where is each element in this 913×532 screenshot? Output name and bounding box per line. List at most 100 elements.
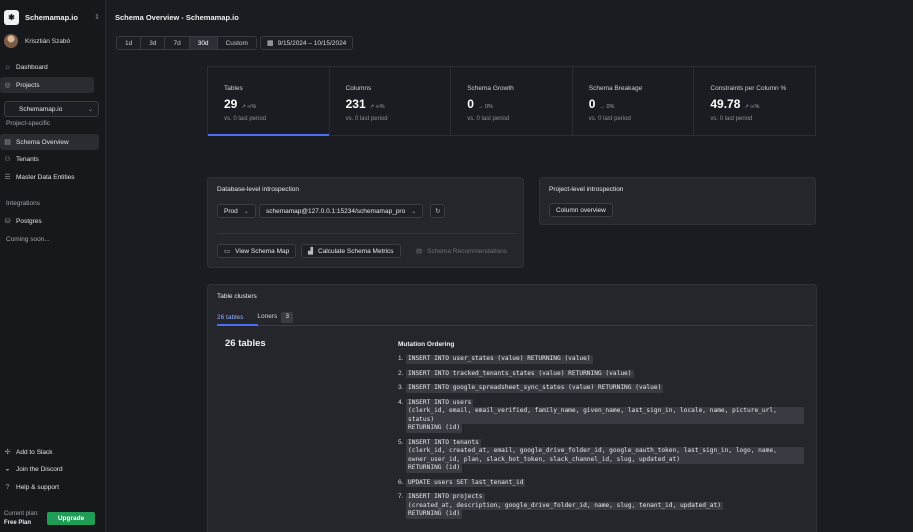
calculate-schema-metrics-button[interactable]: ▟ Calculate Schema Metrics <box>301 244 401 258</box>
project-select[interactable]: Schemamap.io ⌄ <box>4 101 99 117</box>
sidebar-item-projects[interactable]: ◎ Projects <box>0 77 94 93</box>
stats-panel: Tables 29 ↗ ∞% vs. 0 last period Columns… <box>207 66 816 136</box>
refresh-icon: ↻ <box>435 208 441 215</box>
stat-delta: → 0% <box>477 104 493 110</box>
table-clusters-card: Table clusters 26 tables Loners 3 26 tabl… <box>207 284 817 532</box>
sql-line: (clerk_id, created_at, email, google_dri… <box>406 447 804 464</box>
stat-comparison: vs. 0 last period <box>224 116 267 122</box>
sql-line: RETURNING (id) <box>406 510 463 519</box>
upgrade-button[interactable]: Upgrade <box>47 512 95 525</box>
plan-label: Current plan: <box>4 511 39 517</box>
item-number: 5. <box>398 438 404 446</box>
sidebar-item-label: Tenants <box>16 155 39 163</box>
view-schema-map-button[interactable]: ▭ View Schema Map <box>217 244 297 258</box>
sidebar-item-add-to-slack[interactable]: ✣ Add to Slack <box>0 444 99 460</box>
date-range-value: 9/15/2024 – 10/15/2024 <box>277 39 347 47</box>
schema-recommendations-button[interactable]: ▤ Schema Recommendations <box>409 244 514 258</box>
sidebar: ✱ Schemamap.io ⇕ Krisztián Szabó ⌂ Dashb… <box>0 0 106 532</box>
stat-schema-growth[interactable]: Schema Growth 0 → 0% vs. 0 last period <box>451 67 573 135</box>
stat-comparison: vs. 0 last period <box>588 116 631 122</box>
user-name: Krisztián Szabó <box>25 37 71 45</box>
user-profile[interactable]: Krisztián Szabó <box>4 34 70 48</box>
stat-label: Schema Growth <box>467 85 514 92</box>
range-custom[interactable]: Custom <box>216 36 257 50</box>
sidebar-item-label: Postgres <box>16 217 42 225</box>
sidebar-item-master-data-entities[interactable]: ☰ Master Data Entities <box>0 169 99 185</box>
sidebar-item-postgres[interactable]: ⛁ Postgres <box>0 213 99 229</box>
sql-block: INSERT INTO users (clerk_id, email, emai… <box>406 398 804 433</box>
stat-schema-breakage[interactable]: Schema Breakage 0 → 0% vs. 0 last period <box>573 67 695 135</box>
list-item: 3. INSERT INTO google_spreadsheet_sync_s… <box>398 384 808 393</box>
sql-line: INSERT INTO projects <box>406 493 485 502</box>
sidebar-item-discord[interactable]: ◒ Join the Discord <box>0 461 99 477</box>
environment-select[interactable]: Prod ⌄ <box>217 204 256 218</box>
sql-statement: INSERT INTO google_spreadsheet_sync_stat… <box>406 384 664 393</box>
current-plan: Current plan: Free Plan <box>4 510 39 528</box>
stat-label: Columns <box>345 85 372 92</box>
item-number: 6. <box>398 478 404 486</box>
refresh-button[interactable]: ↻ <box>430 204 446 218</box>
help-icon: ? <box>5 483 10 491</box>
sidebar-item-tenants[interactable]: ⚇ Tenants <box>0 151 99 167</box>
discord-icon: ◒ <box>5 465 10 473</box>
stat-value: 0 <box>467 97 474 111</box>
sql-line: INSERT INTO users <box>406 398 474 407</box>
project-section-label: Project-specific <box>6 120 51 127</box>
stat-delta: ↗ ∞% <box>744 104 760 110</box>
stat-constraints-per-column[interactable]: Constraints per Column % 49.78 ↗ ∞% vs. … <box>694 67 815 135</box>
tab-loners[interactable]: Loners 3 <box>257 312 294 323</box>
mutation-list: 1. INSERT INTO user_states (value) RETUR… <box>398 355 808 525</box>
time-range-selector: 1d 3d 7d 30d Custom <box>116 36 257 50</box>
map-icon: ▭ <box>224 248 231 255</box>
item-number: 7. <box>398 493 404 500</box>
sql-statement: INSERT INTO user_states (value) RETURNIN… <box>406 355 593 364</box>
connection-select[interactable]: schemamap@127.0.0.1:15234/schemamap_pro … <box>259 204 424 218</box>
home-icon: ⌂ <box>5 63 10 71</box>
range-30d[interactable]: 30d <box>188 36 218 50</box>
stat-tables[interactable]: Tables 29 ↗ ∞% vs. 0 last period <box>208 67 330 136</box>
document-icon: ▤ <box>416 248 423 255</box>
stat-value: 49.78 <box>710 97 741 111</box>
column-overview-button[interactable]: Column overview <box>549 203 613 217</box>
list-item: 2. INSERT INTO tracked_tenants_states (v… <box>398 369 808 378</box>
sidebar-item-label: Master Data Entities <box>16 173 75 181</box>
bar-chart-icon: ▟ <box>308 248 313 255</box>
sidebar-item-help[interactable]: ? Help & support <box>0 479 99 495</box>
tab-label: Loners <box>257 313 278 320</box>
list-item: 7. INSERT INTO projects (created_at, des… <box>398 493 808 519</box>
range-3d[interactable]: 3d <box>140 36 166 50</box>
stat-columns[interactable]: Columns 231 ↗ ∞% vs. 0 last period <box>330 67 452 135</box>
stat-value: 231 <box>345 97 366 111</box>
sql-line: (created_at, description, google_drive_f… <box>406 501 723 510</box>
workspace-switcher[interactable]: ✱ Schemamap.io ⇕ <box>4 8 100 26</box>
project-introspection-card: Project-level introspection Column overv… <box>539 177 816 225</box>
tab-count-badge: 3 <box>281 312 294 323</box>
connection-value: schemamap@127.0.0.1:15234/schemamap_pro <box>266 207 406 215</box>
topbar: Schema Overview - Schemamap.io <box>106 0 913 32</box>
range-1d[interactable]: 1d <box>116 36 142 50</box>
main-content: Schema Overview - Schemamap.io 1d 3d 7d … <box>106 0 913 532</box>
sql-line: RETURNING (id) <box>406 424 463 433</box>
button-label: Schema Recommendations <box>427 247 508 255</box>
list-item: 1. INSERT INTO user_states (value) RETUR… <box>398 355 808 364</box>
sidebar-item-schema-overview[interactable]: ▤ Schema Overview <box>0 134 99 150</box>
list-icon: ☰ <box>4 173 11 181</box>
sql-statement: INSERT INTO tracked_tenants_states (valu… <box>406 369 634 378</box>
card-divider <box>217 233 517 234</box>
sidebar-item-dashboard[interactable]: ⌂ Dashboard <box>0 59 99 75</box>
schemamap-logo-icon: ✱ <box>4 9 19 25</box>
tabs-underline <box>217 324 813 326</box>
coming-soon-label: Coming soon... <box>6 236 50 243</box>
tab-26-tables[interactable]: 26 tables <box>217 314 243 321</box>
projects-icon: ◎ <box>4 81 11 89</box>
date-range-picker[interactable]: ▦ 9/15/2024 – 10/15/2024 <box>260 36 354 50</box>
stat-value: 0 <box>588 97 596 111</box>
avatar <box>4 34 18 48</box>
sql-line: (clerk_id, email, email_verified, family… <box>406 407 804 424</box>
mutation-ordering-title: Mutation Ordering <box>398 341 455 348</box>
range-7d[interactable]: 7d <box>164 36 190 50</box>
stat-delta: ↗ ∞% <box>369 104 385 110</box>
card-title: Database-level introspection <box>217 186 300 193</box>
button-label: View Schema Map <box>235 247 290 255</box>
database-introspection-card: Database-level introspection Prod ⌄ sche… <box>207 177 524 268</box>
